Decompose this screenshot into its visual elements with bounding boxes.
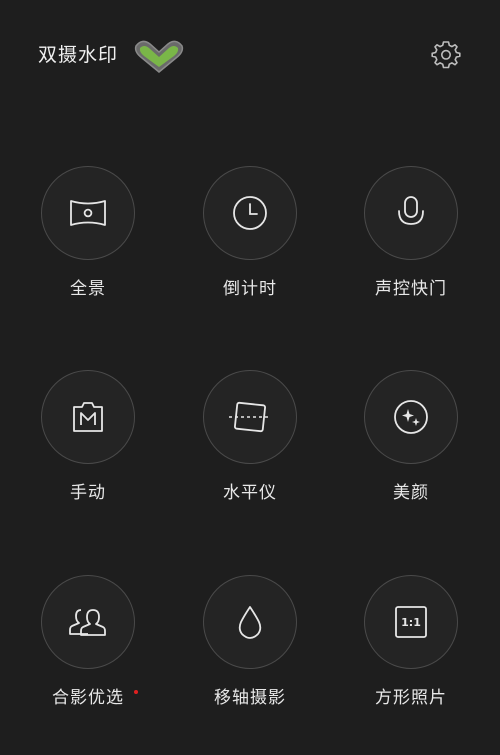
mode-label: 倒计时 (223, 279, 277, 299)
panorama-icon (70, 200, 106, 226)
mode-button[interactable] (203, 575, 297, 669)
mode-label-text: 合影优选 (52, 688, 124, 708)
group-icon (69, 609, 106, 636)
mode-panorama[interactable]: 全景 (13, 166, 163, 346)
mode-button[interactable] (41, 370, 135, 464)
mode-label: 方形照片 (375, 688, 447, 708)
mode-label: 移轴摄影 (214, 688, 286, 708)
microphone-icon (398, 196, 424, 225)
mode-button[interactable] (364, 370, 458, 464)
mode-square-photo[interactable]: 1:1 方形照片 (336, 575, 486, 755)
clock-icon (233, 196, 267, 230)
mode-label: 手动 (70, 483, 106, 503)
square-ratio-icon: 1:1 (395, 606, 427, 638)
mode-label: 全景 (70, 279, 106, 299)
mode-button[interactable] (203, 370, 297, 464)
mode-label: 声控快门 (375, 279, 447, 299)
mode-button[interactable] (41, 575, 135, 669)
ratio-text: 1:1 (401, 616, 421, 629)
mode-timer[interactable]: 倒计时 (175, 166, 325, 346)
manual-m-icon (73, 402, 103, 432)
mode-button[interactable]: 1:1 (364, 575, 458, 669)
mode-button[interactable] (364, 166, 458, 260)
mode-button[interactable] (203, 166, 297, 260)
mode-label: 水平仪 (223, 483, 277, 503)
mode-beauty[interactable]: 美颜 (336, 370, 486, 550)
mode-manual[interactable]: 手动 (13, 370, 163, 550)
mode-level[interactable]: 水平仪 (175, 370, 325, 550)
level-icon (229, 401, 271, 433)
sparkle-icon (394, 400, 428, 434)
mode-button[interactable] (41, 166, 135, 260)
mode-voice-shutter[interactable]: 声控快门 (336, 166, 486, 346)
mode-tilt-shift[interactable]: 移轴摄影 (175, 575, 325, 755)
drop-icon (238, 606, 262, 639)
mode-label: 美颜 (393, 483, 429, 503)
new-badge (134, 690, 138, 694)
mode-label: 合影优选 (52, 683, 138, 708)
mode-grid: 全景 倒计时 声控快门 手动 水平仪 美颜 合影优选 移轴摄影 1:1 方形照片 (0, 0, 500, 711)
mode-group-best[interactable]: 合影优选 (13, 575, 163, 755)
